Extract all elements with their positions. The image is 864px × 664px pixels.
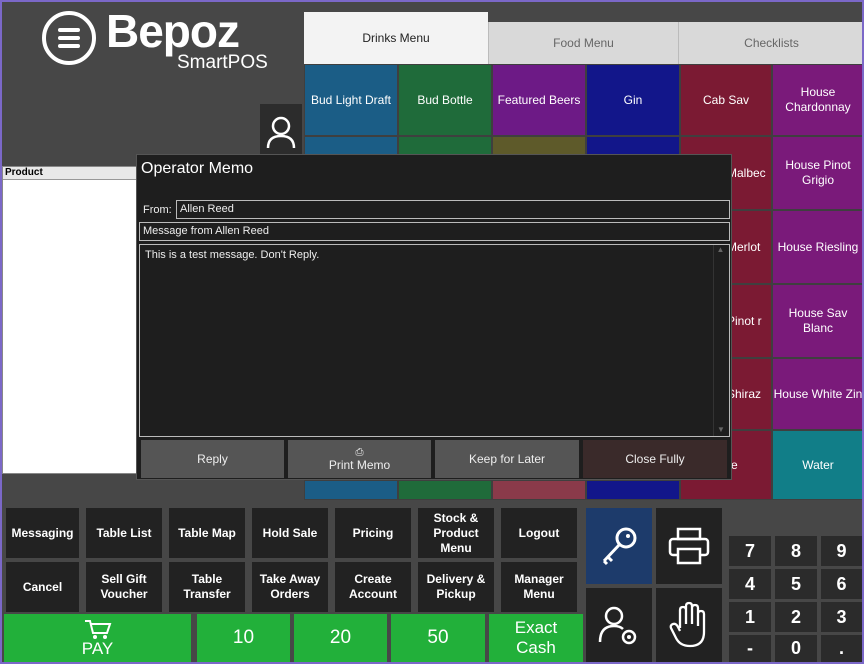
pay-button[interactable]: PAY	[4, 614, 191, 662]
print-memo-button[interactable]: ⎙ Print Memo	[288, 440, 431, 478]
menu-tile[interactable]	[492, 480, 586, 500]
hand-icon	[669, 601, 706, 648]
menu-tile[interactable]	[304, 480, 398, 500]
manager-menu-button[interactable]: Manager Menu	[501, 562, 577, 612]
menu-tile[interactable]	[492, 136, 586, 156]
stock-product-menu-button[interactable]: Stock & Product Menu	[418, 508, 494, 558]
table-transfer-button[interactable]: Table Transfer	[169, 562, 245, 612]
message-body[interactable]: This is a test message. Don't Reply.	[139, 244, 730, 437]
keep-for-later-button[interactable]: Keep for Later	[435, 440, 579, 478]
hold-sale-button[interactable]: Hold Sale	[252, 508, 328, 558]
product-list[interactable]: Product	[2, 166, 138, 474]
scroll-down-icon[interactable]: ▼	[714, 425, 728, 434]
subject-field: Message from Allen Reed	[139, 222, 730, 241]
printer-icon	[668, 527, 710, 565]
tab-drinks-menu[interactable]: Drinks Menu	[304, 12, 488, 64]
keypad-5[interactable]: 5	[775, 569, 817, 599]
tab-checklists[interactable]: Checklists	[678, 22, 862, 64]
keypad-6[interactable]: 6	[821, 569, 862, 599]
print-memo-label: Print Memo	[328, 457, 391, 472]
menu-tile[interactable]	[398, 480, 492, 500]
menu-tile[interactable]	[586, 136, 680, 156]
keypad-9[interactable]: 9	[821, 536, 862, 566]
key-icon	[602, 527, 637, 566]
message-text: This is a test message. Don't Reply.	[145, 249, 320, 261]
from-field: Allen Reed	[176, 200, 730, 219]
keypad-8[interactable]: 8	[775, 536, 817, 566]
from-label: From:	[143, 204, 172, 216]
reply-button[interactable]: Reply	[141, 440, 284, 478]
printer-small-icon: ⎙	[355, 446, 364, 458]
cash-10-button[interactable]: 10	[197, 614, 290, 662]
menu-tile[interactable]	[586, 480, 680, 500]
keypad-4[interactable]: 4	[729, 569, 771, 599]
menu-tile[interactable]: Gin	[586, 64, 680, 136]
keypad-3[interactable]: 3	[821, 602, 862, 632]
keypad-minus[interactable]: -	[729, 635, 771, 662]
close-fully-button[interactable]: Close Fully	[583, 440, 727, 478]
keypad-7[interactable]: 7	[729, 536, 771, 566]
menu-tile[interactable]: House Riesling	[772, 210, 862, 284]
menu-tile[interactable]: Featured Beers	[492, 64, 586, 136]
stop-button[interactable]	[656, 588, 722, 662]
menu-tile[interactable]: House Chardonnay	[772, 64, 862, 136]
print-button[interactable]	[656, 508, 722, 584]
menu-tile[interactable]: Water	[772, 430, 862, 500]
operator-memo-dialog: Operator Memo From: Allen Reed Message f…	[136, 154, 732, 480]
brand-subtitle: SmartPOS	[177, 52, 268, 73]
menu-tile[interactable]: House Sav Blanc	[772, 284, 862, 358]
brand-logo: Bepoz	[106, 5, 240, 57]
logo-area: Bepoz SmartPOS	[2, 2, 304, 166]
menu-tile[interactable]	[398, 136, 492, 156]
messaging-button[interactable]: Messaging	[6, 508, 79, 558]
menu-tile[interactable]: Bud Light Draft	[304, 64, 398, 136]
operator-settings-button[interactable]	[586, 588, 652, 662]
pricing-button[interactable]: Pricing	[335, 508, 411, 558]
keypad-decimal[interactable]: .	[821, 635, 862, 662]
cart-icon	[84, 620, 111, 639]
product-column-header: Product	[3, 167, 137, 180]
logout-button[interactable]: Logout	[501, 508, 577, 558]
menu-tile[interactable]	[304, 136, 398, 156]
cash-50-button[interactable]: 50	[391, 614, 485, 662]
keypad-1[interactable]: 1	[729, 602, 771, 632]
tab-food-menu[interactable]: Food Menu	[488, 22, 678, 64]
table-list-button[interactable]: Table List	[86, 508, 162, 558]
create-account-button[interactable]: Create Account	[335, 562, 411, 612]
cash-20-button[interactable]: 20	[294, 614, 387, 662]
user-settings-icon	[598, 606, 637, 645]
pos-window: Bepoz SmartPOS Product Drinks Menu Food …	[0, 0, 864, 664]
menu-tile[interactable]: House White Zin	[772, 358, 862, 430]
key-button[interactable]	[586, 508, 652, 584]
cancel-button[interactable]: Cancel	[6, 562, 79, 612]
menu-tile[interactable]: Bud Bottle	[398, 64, 492, 136]
menu-tile[interactable]: House Pinot Grigio	[772, 136, 862, 210]
scroll-up-icon[interactable]: ▲	[714, 245, 727, 254]
pay-label: PAY	[81, 639, 114, 658]
scrollbar[interactable]: ▲ ▼	[713, 245, 727, 436]
take-away-orders-button[interactable]: Take Away Orders	[252, 562, 328, 612]
keypad-0[interactable]: 0	[775, 635, 817, 662]
keypad-2[interactable]: 2	[775, 602, 817, 632]
exact-cash-button[interactable]: Exact Cash	[489, 614, 583, 662]
table-map-button[interactable]: Table Map	[169, 508, 245, 558]
menu-tile[interactable]: Cab Sav	[680, 64, 772, 136]
sell-gift-voucher-button[interactable]: Sell Gift Voucher	[86, 562, 162, 612]
menu-icon[interactable]	[42, 11, 96, 65]
delivery-pickup-button[interactable]: Delivery & Pickup	[418, 562, 494, 612]
dialog-title: Operator Memo	[141, 160, 254, 177]
